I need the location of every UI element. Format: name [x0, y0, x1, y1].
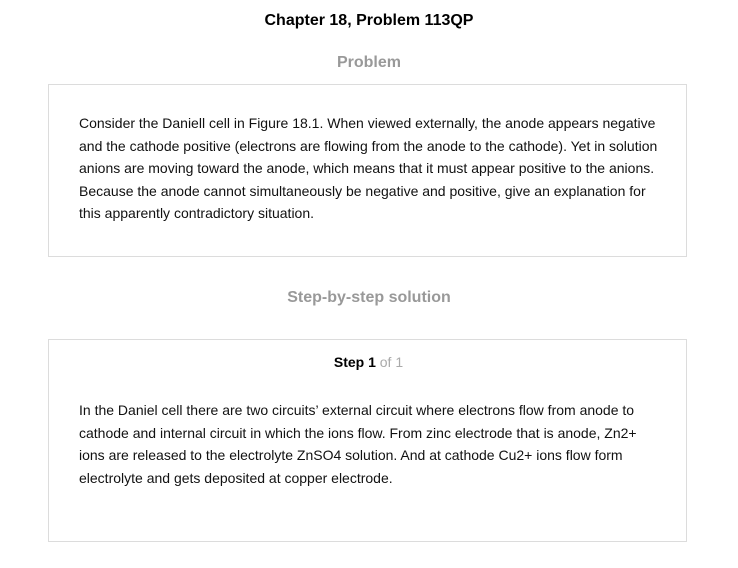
problem-text: Consider the Daniell cell in Figure 18.1… [79, 115, 658, 221]
solution-card: Step 1 of 1 In the Daniel cell there are… [48, 339, 687, 542]
solution-heading: Step-by-step solution [287, 289, 451, 306]
problem-heading: Problem [336, 54, 401, 71]
solution-text: In the Daniel cell there are two circuit… [79, 402, 637, 486]
problem-card: Consider the Daniell cell in Figure 18.1… [48, 84, 687, 257]
page-title: Chapter 18, Problem 113QP [264, 12, 474, 29]
step-indicator: Step 1 of 1 [49, 352, 688, 372]
step-total: of 1 [379, 354, 404, 370]
step-number: Step 1 [333, 354, 376, 370]
